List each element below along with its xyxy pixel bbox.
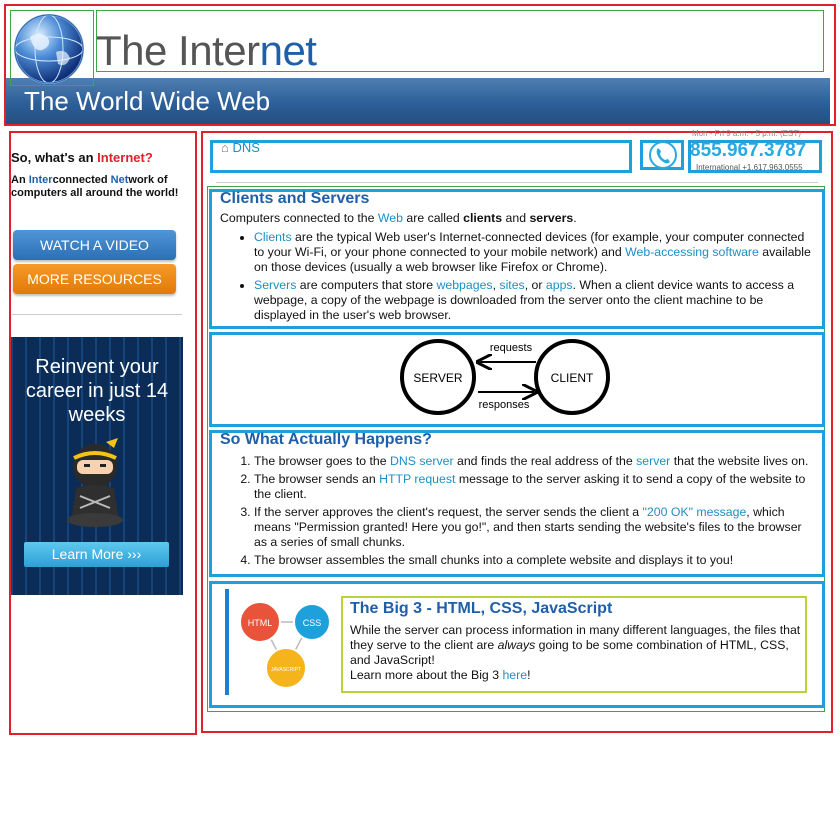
- business-hours: Mon - Fri 9 a.m. - 5 p.m. (EST): [692, 129, 801, 138]
- step-text: The browser assembles the small chunks i…: [254, 553, 734, 567]
- intro-text: and: [502, 211, 530, 225]
- intro-bold-clients: clients: [463, 211, 503, 225]
- body-text: !: [527, 668, 531, 682]
- site-title-main: The Inter: [96, 27, 260, 74]
- servers-link[interactable]: Servers: [254, 278, 296, 292]
- logo-outline: [10, 10, 94, 86]
- watch-video-button[interactable]: WATCH A VIDEO: [13, 230, 176, 260]
- international-phone: International +1.617.963.0555: [696, 163, 803, 172]
- main-divider: [216, 182, 818, 183]
- http-request-link[interactable]: HTTP request: [379, 472, 455, 486]
- intro-bold-servers: servers: [529, 211, 574, 225]
- breadcrumb-box: [210, 140, 632, 173]
- big3-learn-more: Learn more about the Big 3 here!: [350, 668, 531, 683]
- server-link[interactable]: server: [636, 454, 670, 468]
- list-text: are computers that store: [296, 278, 437, 292]
- body-text: Learn more about the Big 3: [350, 668, 503, 682]
- desc-highlight-net: Net: [110, 174, 129, 186]
- desc-highlight-inter: Inter: [28, 174, 53, 186]
- section-title: So What Actually Happens?: [220, 431, 432, 448]
- body-emphasis: always: [497, 638, 536, 652]
- js-logo-label: JAVASCRIPT: [271, 667, 301, 673]
- ninja-illustration: [62, 436, 128, 528]
- question-highlight: Internet?: [97, 150, 153, 165]
- section-title: Clients and Servers: [220, 190, 370, 207]
- step-text: that the website lives on.: [670, 454, 809, 468]
- more-resources-button[interactable]: MORE RESOURCES: [13, 264, 176, 294]
- site-title-accent: net: [259, 27, 317, 74]
- phone-number[interactable]: 855.967.3787: [690, 140, 806, 162]
- step-text: The browser goes to the: [254, 454, 391, 468]
- intro-text: are called: [402, 211, 464, 225]
- 200-ok-link[interactable]: "200 OK" message: [643, 505, 747, 519]
- webpages-link[interactable]: webpages: [437, 278, 493, 292]
- steps-list: The browser goes to the DNS server and f…: [220, 454, 818, 571]
- responses-label: responses: [479, 399, 530, 411]
- breadcrumb[interactable]: ⌂ DNS: [221, 140, 260, 155]
- web-software-link[interactable]: Web-accessing software: [625, 245, 759, 259]
- sidebar-description: An Interconnected Network of computers a…: [11, 174, 183, 200]
- sidebar-divider: [12, 314, 182, 315]
- step-text: If the server approves the client's requ…: [254, 505, 643, 519]
- intro-text: Computers connected to the: [220, 211, 378, 225]
- site-title[interactable]: The Internet: [96, 27, 317, 74]
- intro-text: .: [573, 211, 577, 225]
- section-intro: Computers connected to the Web are calle…: [220, 211, 577, 226]
- desc-text: An: [11, 174, 29, 186]
- sites-link[interactable]: sites: [499, 278, 524, 292]
- phone-icon[interactable]: [647, 139, 679, 171]
- dns-server-link[interactable]: DNS server: [390, 454, 454, 468]
- step-item: The browser goes to the DNS server and f…: [254, 454, 818, 469]
- html-logo-label: HTML: [248, 618, 273, 628]
- big3-title: The Big 3 - HTML, CSS, JavaScript: [350, 600, 613, 617]
- step-item: The browser assembles the small chunks i…: [254, 553, 818, 568]
- client-label: CLIENT: [551, 371, 594, 385]
- list-item: Clients are the typical Web user's Inter…: [254, 230, 816, 275]
- step-text: The browser sends an: [254, 472, 380, 486]
- list-text: , or: [524, 278, 546, 292]
- big3-here-link[interactable]: here: [502, 668, 527, 682]
- banner-title: The World Wide Web: [24, 86, 271, 116]
- learn-more-button[interactable]: Learn More ›››: [24, 542, 169, 567]
- list-item: Servers are computers that store webpage…: [254, 278, 816, 323]
- step-text: and finds the real address of the: [453, 454, 637, 468]
- breadcrumb-dns[interactable]: DNS: [232, 140, 259, 155]
- client-server-diagram: SERVER CLIENT requests responses: [390, 334, 610, 424]
- step-item: If the server approves the client's requ…: [254, 505, 818, 550]
- question-text: So, what's an: [11, 150, 98, 165]
- big3-body: While the server can process information…: [350, 623, 805, 668]
- apps-link[interactable]: apps: [546, 278, 573, 292]
- big3-logos: HTML CSS JAVASCRIPT: [238, 596, 334, 690]
- requests-label: requests: [490, 342, 533, 354]
- home-icon[interactable]: ⌂: [221, 140, 229, 155]
- web-link[interactable]: Web: [378, 211, 403, 225]
- css-logo-label: CSS: [303, 618, 322, 628]
- sidebar-question: So, what's an Internet?: [11, 150, 153, 165]
- clients-servers-list: Clients are the typical Web user's Inter…: [220, 230, 816, 326]
- step-item: The browser sends an HTTP request messag…: [254, 472, 818, 502]
- clients-link[interactable]: Clients: [254, 230, 292, 244]
- desc-text: connected: [52, 174, 111, 186]
- ninja-icon: [67, 438, 123, 527]
- server-label: SERVER: [413, 371, 462, 385]
- ad-headline: Reinvent your career in just 14 weeks: [25, 356, 169, 426]
